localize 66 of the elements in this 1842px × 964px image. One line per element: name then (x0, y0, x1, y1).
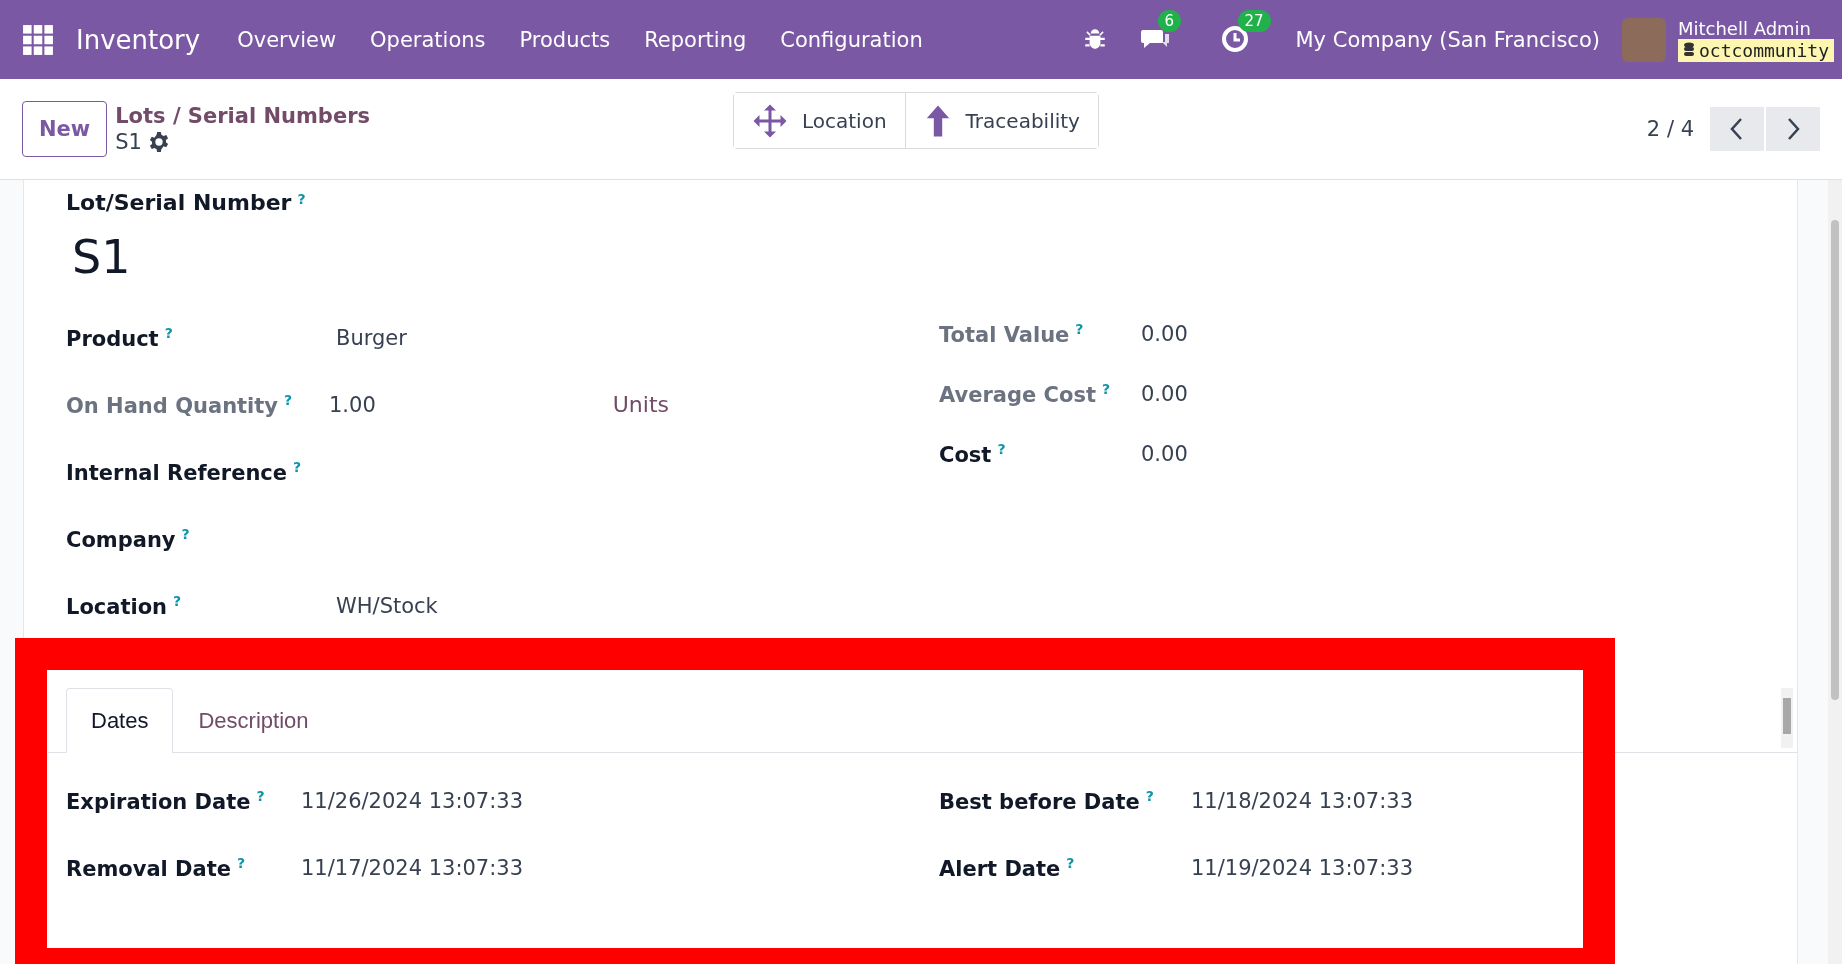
user-name[interactable]: Mitchell Admin (1677, 17, 1834, 39)
help-icon[interactable]: ? (297, 190, 306, 207)
tab[interactable]: Description (173, 688, 334, 753)
message-count-badge: 6 (1157, 9, 1182, 32)
field-value[interactable]: 0.00 (1141, 382, 1188, 406)
scrollbar[interactable] (1781, 688, 1793, 748)
field-label: Removal Date (66, 856, 231, 881)
help-icon[interactable]: ? (256, 787, 265, 804)
record-title[interactable]: S1 (72, 229, 1797, 304)
help-icon[interactable]: ? (181, 525, 190, 542)
field-value[interactable]: 0.00 (1141, 442, 1188, 466)
field-value[interactable]: 11/17/2024 13:07:33 (301, 855, 524, 880)
help-icon[interactable]: ? (1145, 787, 1154, 804)
field-label: Product (66, 326, 159, 351)
help-icon[interactable]: ? (237, 854, 246, 871)
field-label: On Hand Quantity (66, 393, 279, 418)
field-label: Expiration Date (66, 789, 251, 814)
field-value[interactable]: 11/19/2024 13:07:33 (1191, 855, 1414, 880)
field-value[interactable]: WH/Stock (336, 593, 438, 618)
field-label: Internal Reference (66, 460, 288, 485)
menu-item[interactable]: Overview (220, 27, 354, 52)
database-name: octcommunity (1677, 38, 1834, 62)
field-label: Company (66, 527, 176, 552)
field-value[interactable]: 11/18/2024 13:07:33 (1191, 788, 1414, 813)
field-label: Cost (939, 443, 992, 467)
help-icon[interactable]: ? (293, 458, 302, 475)
apps-grid-icon[interactable] (22, 23, 54, 56)
chevron-left-icon (1729, 117, 1745, 141)
help-icon[interactable]: ? (997, 441, 1006, 457)
field-value[interactable]: 11/26/2024 13:07:33 (301, 788, 524, 813)
tab[interactable]: Dates (66, 688, 174, 753)
previous-button[interactable] (1710, 107, 1764, 151)
help-icon[interactable]: ? (173, 592, 182, 609)
menu-item[interactable]: Configuration (763, 27, 940, 52)
field-label: Best before Date (939, 789, 1140, 814)
help-icon[interactable]: ? (284, 391, 293, 408)
unit-link[interactable]: Units (612, 392, 669, 417)
record-name: S1 (115, 130, 142, 154)
field-value[interactable]: Burger (336, 325, 407, 350)
pager-value[interactable]: 2 / 4 (1646, 117, 1694, 141)
field-label: Alert Date (939, 856, 1061, 881)
chevron-right-icon (1785, 117, 1801, 141)
help-icon[interactable]: ? (164, 324, 173, 341)
field-label: Total Value (939, 323, 1070, 347)
help-icon[interactable]: ? (1075, 321, 1084, 337)
activity-count-badge: 27 (1237, 9, 1271, 32)
field-value[interactable]: 0.00 (1141, 322, 1188, 346)
menu-item[interactable]: Reporting (627, 27, 764, 52)
move-arrows-icon (752, 102, 788, 139)
menu-item[interactable]: Operations (353, 27, 503, 52)
app-name[interactable]: Inventory (76, 24, 201, 55)
scrollbar[interactable] (1828, 180, 1842, 964)
help-icon[interactable]: ? (1066, 854, 1075, 871)
help-icon[interactable]: ? (1101, 381, 1111, 397)
field-value[interactable]: 1.00 (329, 392, 376, 417)
breadcrumb-link[interactable]: Lots / Serial Numbers (115, 104, 370, 128)
gear-icon[interactable] (147, 131, 170, 153)
database-icon (1682, 42, 1695, 58)
field-label: Average Cost (939, 383, 1096, 407)
menu-item[interactable]: Products (502, 27, 628, 52)
company-switcher[interactable]: My Company (San Francisco) (1295, 27, 1600, 52)
field-label: Location (66, 594, 168, 619)
next-button[interactable] (1766, 107, 1820, 151)
new-button[interactable]: New (22, 101, 108, 157)
field-label: Lot/Serial Number (66, 190, 292, 215)
smart-button[interactable]: Traceability (904, 93, 1098, 148)
